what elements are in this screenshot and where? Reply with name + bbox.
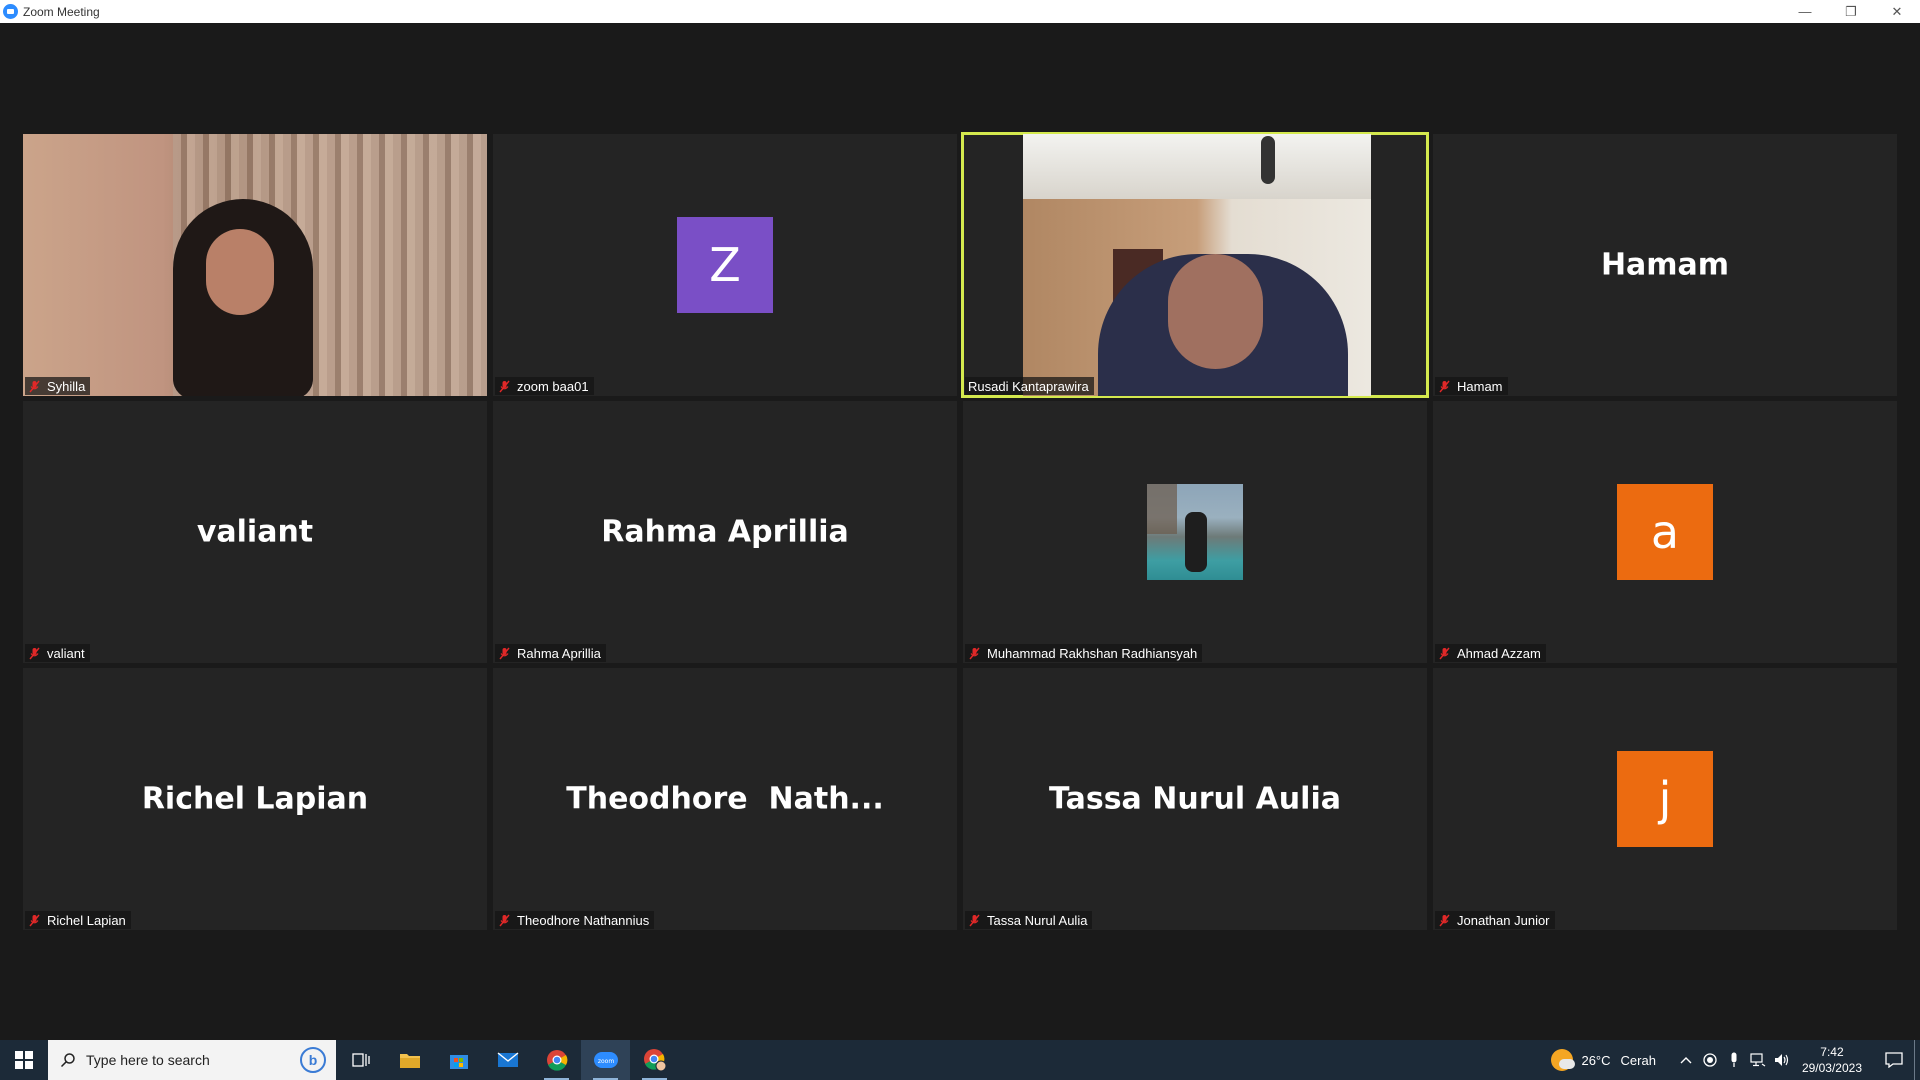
zoom-icon[interactable]: zoom: [581, 1040, 630, 1080]
window-title-bar: Zoom Meeting — ❐ ✕: [0, 0, 1920, 23]
active-speaker-tile[interactable]: Rusadi Kantaprawira: [961, 132, 1429, 398]
participant-display-name: valiant: [196, 514, 314, 550]
close-button[interactable]: ✕: [1874, 0, 1920, 23]
taskbar-search-box[interactable]: Type here to search b: [48, 1040, 336, 1080]
muted-mic-icon: [1438, 647, 1451, 660]
participant-tile[interactable]: valiant valiant: [23, 401, 487, 663]
gallery-grid: Syhilla Z zoom baa01 Rusadi Kantaprawira: [23, 132, 1899, 952]
clock-time: 7:42: [1820, 1045, 1844, 1059]
participant-name: Hamam: [1457, 378, 1503, 394]
windows-logo-icon: [15, 1051, 33, 1069]
participant-tile[interactable]: Z zoom baa01: [493, 134, 957, 396]
muted-mic-icon: [498, 647, 511, 660]
bing-icon[interactable]: b: [300, 1047, 326, 1073]
participant-tile[interactable]: j Jonathan Junior: [1433, 668, 1897, 930]
participant-tile[interactable]: Muhammad Rakhshan Radhiansyah: [963, 401, 1427, 663]
participant-name-tag: zoom baa01: [495, 377, 594, 395]
participant-name-tag: Jonathan Junior: [1435, 911, 1555, 929]
participant-name-tag: Theodhore Nathannius: [495, 911, 655, 929]
participant-name: Rahma Aprillia: [517, 645, 601, 661]
participant-tile[interactable]: Richel Lapian Richel Lapian: [23, 668, 487, 930]
minimize-button[interactable]: —: [1782, 0, 1828, 23]
muted-mic-icon: [28, 914, 41, 927]
participant-name: Theodhore Nathannius: [517, 912, 650, 928]
participant-name: Muhammad Rakhshan Radhiansyah: [987, 645, 1198, 661]
weather-icon: [1551, 1049, 1576, 1071]
muted-mic-icon: [498, 380, 511, 393]
muted-mic-icon: [968, 914, 981, 927]
participant-video: [1023, 134, 1371, 396]
search-placeholder: Type here to search: [86, 1052, 210, 1068]
restore-button[interactable]: ❐: [1828, 0, 1874, 23]
participant-name-tag: Hamam: [1435, 377, 1508, 395]
muted-mic-icon: [28, 380, 41, 393]
participant-display-name: Richel Lapian: [141, 781, 369, 817]
participant-avatar: j: [1617, 751, 1713, 847]
zoom-app-icon: [3, 4, 18, 19]
participant-display-name: Hamam: [1600, 247, 1730, 283]
volume-icon[interactable]: [1770, 1040, 1794, 1080]
participant-name-tag: Tassa Nurul Aulia: [965, 911, 1093, 929]
show-desktop-button[interactable]: [1914, 1040, 1920, 1080]
participant-avatar: Z: [677, 217, 773, 313]
weather-widget[interactable]: 26°C Cerah: [1551, 1049, 1656, 1071]
participant-tile[interactable]: Theodhore Nath... Theodhore Nathannius: [493, 668, 957, 930]
participant-name: Richel Lapian: [47, 912, 126, 928]
start-button[interactable]: [0, 1040, 48, 1080]
participant-name-tag: Muhammad Rakhshan Radhiansyah: [965, 644, 1203, 662]
participant-tile[interactable]: a Ahmad Azzam: [1433, 401, 1897, 663]
participant-name: Jonathan Junior: [1457, 912, 1550, 928]
search-icon: [60, 1053, 75, 1068]
system-tray: 26°C Cerah 7:42 29/03/2023: [1551, 1040, 1920, 1080]
participant-name-tag: valiant: [25, 644, 90, 662]
participant-name: Tassa Nurul Aulia: [987, 912, 1088, 928]
participant-avatar: a: [1617, 484, 1713, 580]
participant-name: valiant: [47, 645, 85, 661]
chrome-icon[interactable]: [532, 1040, 581, 1080]
participant-display-name: Rahma Aprillia: [601, 514, 849, 550]
participant-name: Ahmad Azzam: [1457, 645, 1541, 661]
chrome-profile-icon[interactable]: [630, 1040, 679, 1080]
svg-text:zoom: zoom: [597, 1058, 613, 1065]
muted-mic-icon: [1438, 914, 1451, 927]
task-view-icon[interactable]: [336, 1040, 385, 1080]
window-title: Zoom Meeting: [23, 4, 100, 19]
participant-profile-photo: [1147, 484, 1243, 580]
network-icon[interactable]: [1746, 1040, 1770, 1080]
participant-tile[interactable]: Tassa Nurul Aulia Tassa Nurul Aulia: [963, 668, 1427, 930]
participant-display-name: Theodhore Nath...: [566, 781, 884, 817]
participant-name-tag: Richel Lapian: [25, 911, 131, 929]
participant-tile[interactable]: Hamam Hamam: [1433, 134, 1897, 396]
microphone-icon[interactable]: [1722, 1040, 1746, 1080]
muted-mic-icon: [28, 647, 41, 660]
window-controls: — ❐ ✕: [1782, 0, 1920, 23]
weather-condition: Cerah: [1620, 1052, 1656, 1068]
participant-name: zoom baa01: [517, 378, 589, 394]
participant-display-name: Tassa Nurul Aulia: [1049, 781, 1341, 817]
participant-name-tag: Ahmad Azzam: [1435, 644, 1546, 662]
participant-name: Syhilla: [47, 378, 86, 394]
file-explorer-icon[interactable]: [385, 1040, 434, 1080]
notification-center-icon[interactable]: [1874, 1040, 1914, 1080]
clock-date: 29/03/2023: [1801, 1061, 1862, 1075]
participant-name-tag: Rahma Aprillia: [495, 644, 606, 662]
meeting-area: Syhilla Z zoom baa01 Rusadi Kantaprawira: [0, 23, 1920, 1040]
participant-video: [23, 134, 487, 396]
show-hidden-icons-icon[interactable]: [1674, 1040, 1698, 1080]
participant-name-tag: Syhilla: [25, 377, 91, 395]
muted-mic-icon: [968, 647, 981, 660]
participant-name: Rusadi Kantaprawira: [968, 378, 1089, 394]
windows-taskbar: Type here to search b zoom 26°C Cerah 7:…: [0, 1040, 1920, 1080]
participant-name-tag: Rusadi Kantaprawira: [965, 377, 1094, 395]
microsoft-store-icon[interactable]: [434, 1040, 483, 1080]
muted-mic-icon: [498, 914, 511, 927]
screen-record-icon[interactable]: [1698, 1040, 1722, 1080]
participant-tile[interactable]: Syhilla: [23, 134, 487, 396]
muted-mic-icon: [1438, 380, 1451, 393]
taskbar-clock[interactable]: 7:42 29/03/2023: [1802, 1044, 1862, 1076]
mail-icon[interactable]: [483, 1040, 532, 1080]
participant-tile[interactable]: Rahma Aprillia Rahma Aprillia: [493, 401, 957, 663]
weather-temperature: 26°C: [1581, 1052, 1611, 1068]
